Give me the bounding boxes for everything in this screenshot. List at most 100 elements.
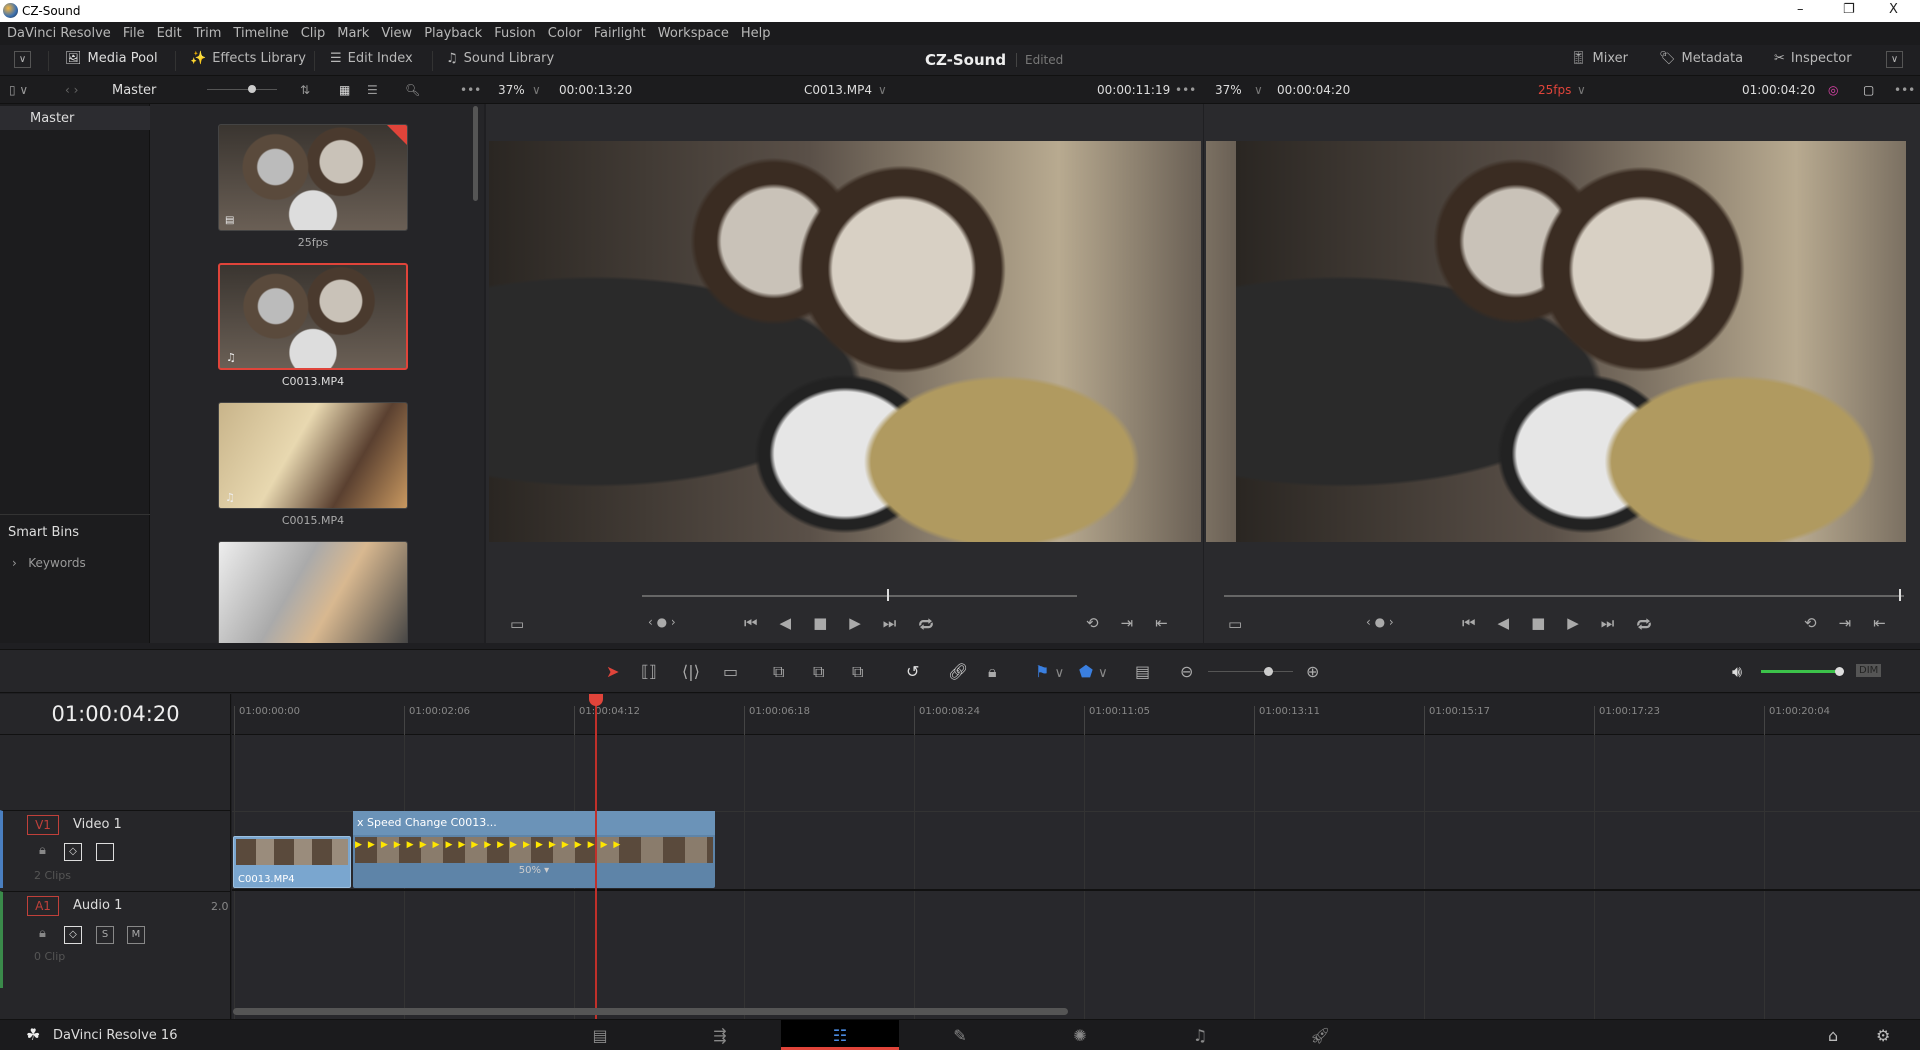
scrollbar[interactable] [473, 106, 478, 201]
play-icon[interactable]: ▶ [849, 614, 861, 636]
menu-edit[interactable]: Edit [157, 26, 182, 41]
dynamic-trim-icon[interactable]: ⟨|⟩ [682, 662, 700, 681]
lock-icon[interactable]: 🔒︎ [39, 926, 46, 941]
more-options-icon[interactable]: ••• [1894, 83, 1915, 97]
timeline-ruler[interactable]: 01:00:00:00 01:00:02:06 01:00:04:12 01:00:0… [232, 694, 1920, 735]
color-page-icon[interactable]: ✺ [1021, 1026, 1139, 1045]
chevron-down-icon[interactable]: ∨ [1254, 83, 1263, 97]
menu-mark[interactable]: Mark [337, 26, 369, 41]
go-to-end-icon[interactable]: ⏭ [883, 614, 897, 636]
go-to-start-icon[interactable]: ⏮ [744, 614, 758, 636]
source-video-frame[interactable] [489, 141, 1201, 542]
volume-handle[interactable] [1835, 667, 1844, 676]
menu-fusion[interactable]: Fusion [494, 26, 536, 41]
link-icon[interactable]: 🔗︎ [948, 662, 968, 681]
snapping-icon[interactable]: ↺ [906, 662, 919, 681]
restore-button[interactable]: ❐ [1843, 2, 1855, 17]
fps-selector[interactable]: 25fps [1538, 83, 1571, 97]
collapse-button[interactable]: ∨ [1886, 51, 1903, 68]
track-enable-icon[interactable] [96, 843, 114, 861]
mark-in-icon[interactable]: ⇥ [1839, 614, 1852, 632]
settings-gear-icon[interactable]: ⚙ [1876, 1026, 1890, 1045]
go-to-start-icon[interactable]: ⏮ [1462, 614, 1476, 636]
smart-bin-keywords[interactable]: › Keywords [12, 556, 86, 570]
menu-file[interactable]: File [123, 26, 145, 41]
zoom-slider[interactable] [1208, 671, 1293, 672]
solo-button[interactable]: S [96, 926, 114, 944]
go-to-end-icon[interactable]: ⏭ [1601, 614, 1615, 636]
dim-button[interactable]: DIM [1856, 664, 1882, 677]
zoom-in-icon[interactable]: ⊕ [1306, 662, 1319, 681]
blade-tool-icon[interactable]: ▭ [723, 662, 738, 681]
sidebar-toggle-icon[interactable]: ▯ ∨ [9, 83, 28, 97]
timeline-view-options-icon[interactable]: ▤ [1135, 662, 1150, 681]
slider-handle[interactable] [248, 85, 256, 93]
speed-change-clip[interactable]: x Speed Change C0013... ▶▶▶▶▶▶▶▶▶▶▶▶▶▶▶▶… [353, 811, 715, 888]
media-page-icon[interactable]: ▤ [541, 1026, 659, 1045]
source-playhead[interactable] [887, 589, 889, 601]
menu-view[interactable]: View [381, 26, 412, 41]
track-id-v1[interactable]: V1 [27, 815, 59, 835]
clip-thumbnail-selected[interactable]: ♫ [218, 263, 408, 370]
timeline-jog-bar[interactable] [1224, 595, 1904, 597]
play-icon[interactable]: ▶ [1567, 614, 1579, 636]
audio-track-header[interactable]: A1 Audio 1 2.0 🔒︎ ◇ S M 0 Clip [0, 891, 231, 988]
auto-select-icon[interactable]: ◇ [64, 926, 82, 944]
marker-icon[interactable]: ⬟ ∨ [1079, 662, 1108, 681]
grid-view-icon[interactable]: ▦ [339, 83, 350, 97]
metadata-button[interactable]: 🏷 Metadata [1659, 51, 1743, 66]
lock-icon[interactable]: 🔒︎ [988, 662, 997, 682]
replace-clip-icon[interactable]: ⧉ [852, 662, 863, 682]
volume-slider[interactable] [1761, 670, 1841, 673]
timeline-viewer-playhead[interactable] [1899, 589, 1901, 601]
color-wheel-icon[interactable]: ◎ [1828, 83, 1838, 97]
insert-clip-icon[interactable]: ⧉ [773, 662, 784, 682]
fusion-page-icon[interactable]: ✎ [901, 1026, 1019, 1045]
menu-playback[interactable]: Playback [424, 26, 482, 41]
trim-tool-icon[interactable]: ⟦⟧ [641, 662, 657, 681]
menu-trim[interactable]: Trim [194, 26, 222, 41]
mixer-button[interactable]: 🎚 Mixer [1570, 51, 1628, 66]
loop-icon[interactable]: 🔁︎ [1636, 614, 1651, 636]
chevron-down-icon[interactable]: ∨ [532, 83, 541, 97]
menu-fairlight[interactable]: Fairlight [594, 26, 646, 41]
menu-workspace[interactable]: Workspace [658, 26, 729, 41]
chevron-down-icon[interactable]: ∨ [1577, 83, 1586, 97]
playhead[interactable] [595, 694, 597, 1019]
zoom-out-icon[interactable]: ⊖ [1180, 662, 1193, 681]
menu-help[interactable]: Help [741, 26, 771, 41]
more-options-icon[interactable]: ••• [460, 83, 481, 97]
auto-select-icon[interactable]: ◇ [64, 843, 82, 861]
speed-change-close[interactable]: x [357, 816, 364, 829]
deliver-page-icon[interactable]: 🚀︎ [1261, 1026, 1379, 1045]
chevron-down-icon[interactable]: ∨ [878, 83, 887, 97]
minimize-button[interactable]: – [1797, 2, 1804, 17]
source-jog-bar[interactable] [642, 595, 1077, 597]
viewer-options-icon[interactable]: ▭ [510, 615, 524, 633]
zoom-slider-handle[interactable] [1264, 667, 1273, 676]
clip-thumbnail[interactable]: ♫ [218, 402, 408, 509]
search-icon[interactable]: 🔍︎ [405, 83, 420, 97]
nav-back-forward[interactable]: ‹ › [65, 83, 78, 97]
match-frame-icon[interactable]: ⟲ [1086, 614, 1099, 632]
track-id-a1[interactable]: A1 [27, 896, 59, 916]
jog-control-icon[interactable]: ‹ ● › [1366, 615, 1394, 629]
edit-page-icon[interactable]: ☷ [781, 1020, 899, 1050]
loop-icon[interactable]: 🔁︎ [918, 614, 933, 636]
horizontal-scrollbar[interactable] [233, 1008, 1068, 1015]
volume-icon[interactable]: 🔊︎ [1732, 662, 1742, 682]
overwrite-clip-icon[interactable]: ⧉ [813, 662, 824, 682]
lock-icon[interactable]: 🔒︎ [39, 843, 46, 858]
viewer-mode-icon[interactable]: ▢ [1863, 83, 1874, 97]
fairlight-page-icon[interactable]: ♫ [1141, 1026, 1259, 1045]
inspector-button[interactable]: ✂ Inspector [1774, 51, 1852, 66]
menu-davinci[interactable]: DaVinci Resolve [7, 26, 111, 41]
play-reverse-icon[interactable]: ◀ [1498, 614, 1510, 636]
edit-index-button[interactable]: ☰ Edit Index [330, 51, 413, 66]
close-button[interactable]: X [1889, 2, 1898, 17]
timeline-video-frame[interactable] [1206, 141, 1906, 542]
flag-icon[interactable]: ⚑ ∨ [1035, 662, 1064, 681]
stop-icon[interactable]: ■ [813, 614, 827, 636]
mute-button[interactable]: M [127, 926, 145, 944]
list-view-icon[interactable]: ☰ [367, 83, 378, 97]
